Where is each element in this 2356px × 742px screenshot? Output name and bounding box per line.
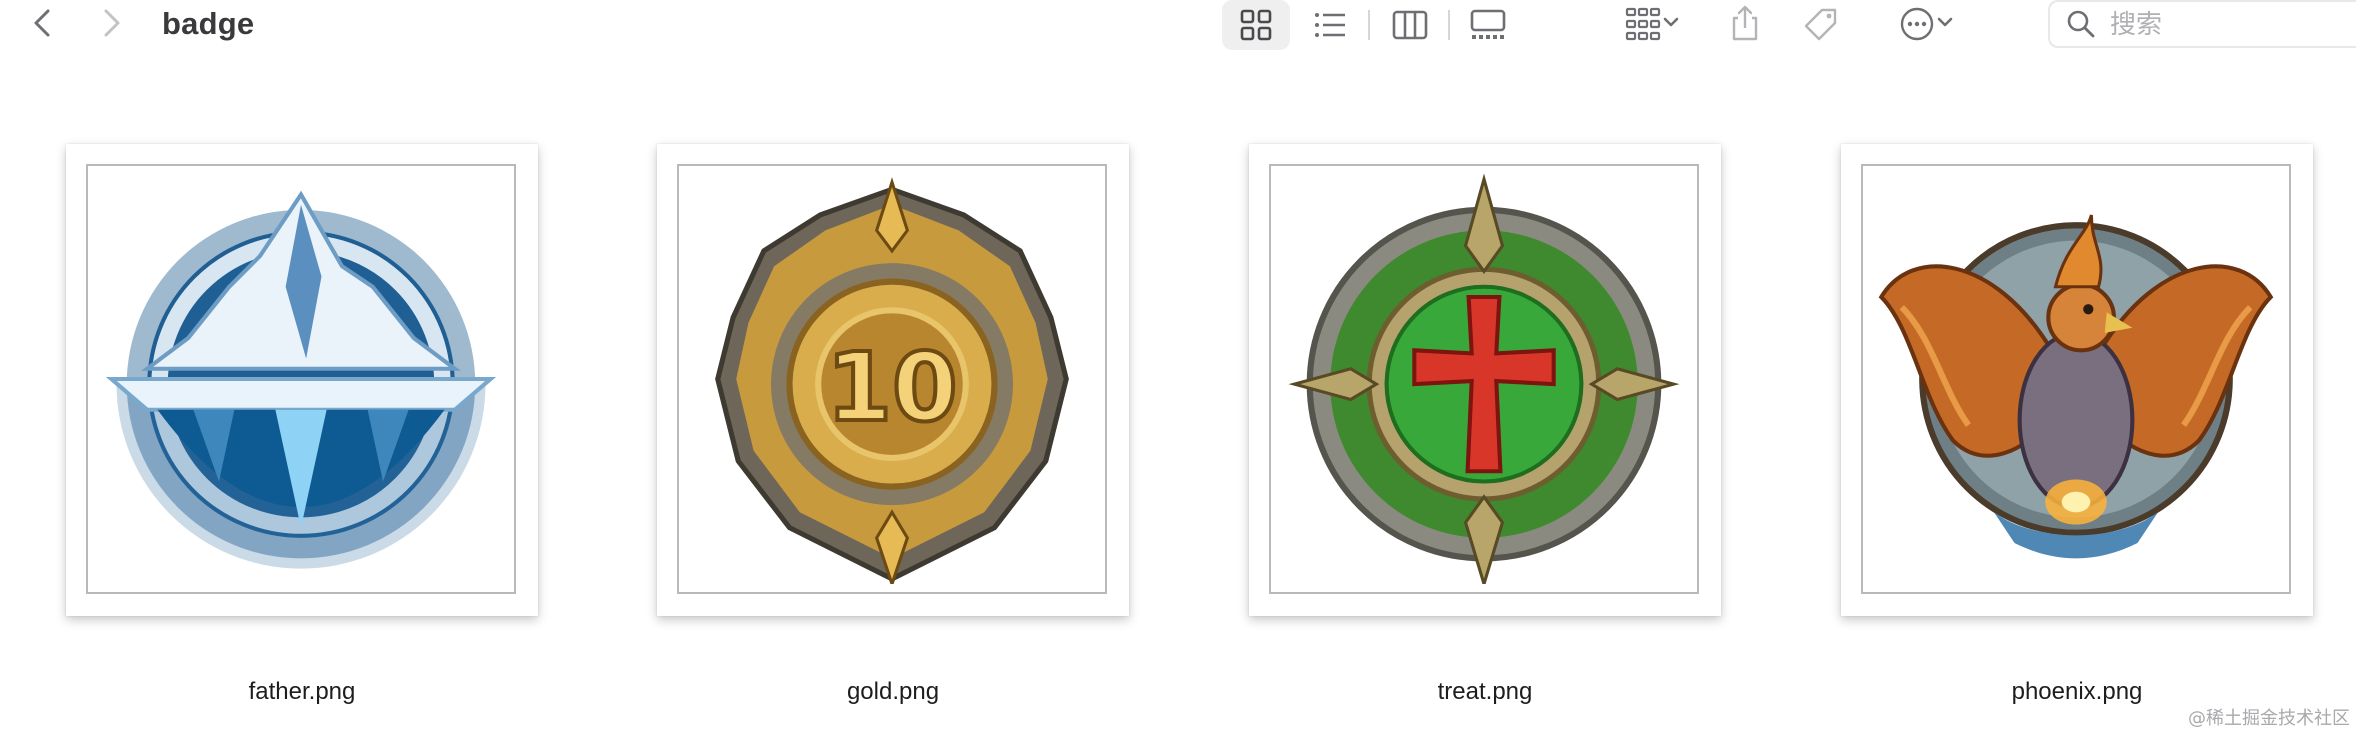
column-view-button[interactable] (1376, 0, 1444, 50)
list-view-button[interactable] (1296, 0, 1364, 50)
thumbnail[interactable] (1249, 144, 1721, 616)
thumbnail[interactable] (66, 144, 538, 616)
file-name[interactable]: gold.png (657, 678, 1129, 706)
column-view-icon (1392, 10, 1428, 40)
search-field[interactable] (2048, 0, 2356, 48)
gallery-view-icon (1470, 9, 1506, 39)
thumbnail[interactable]: 10 (657, 144, 1129, 616)
watermark: @稀土掘金技术社区 (2188, 708, 2350, 729)
toolbar-divider (1448, 10, 1450, 40)
share-icon (1732, 5, 1758, 41)
tag-icon (1804, 8, 1837, 41)
window-title: badge (162, 6, 255, 41)
chevron-left-icon (34, 9, 50, 37)
chevron-down-icon (1936, 13, 1954, 36)
gallery-view-button[interactable] (1454, 0, 1522, 50)
green-cross-shield-image (1288, 174, 1680, 584)
tag-button[interactable] (1800, 4, 1842, 46)
more-actions-button[interactable] (1886, 4, 1966, 44)
share-button[interactable] (1724, 2, 1766, 44)
group-by-button[interactable] (1612, 4, 1692, 44)
search-icon (2067, 10, 2095, 38)
search-input[interactable] (2108, 7, 2332, 41)
phoenix-emblem-image (1878, 214, 2274, 559)
ice-mountain-badge-image (105, 190, 497, 569)
gold-10-medal-image: 10 (715, 177, 1069, 584)
image-frame (86, 164, 516, 594)
chevron-right-icon (104, 9, 120, 37)
group-by-icon (1625, 7, 1661, 41)
chevron-down-icon (1662, 13, 1680, 36)
finder-toolbar: badge (0, 0, 2356, 50)
image-frame: 10 (677, 164, 1107, 594)
image-frame (1269, 164, 1699, 594)
image-frame (1861, 164, 2291, 594)
toolbar-divider (1368, 10, 1370, 40)
file-name[interactable]: phoenix.png (1841, 678, 2313, 706)
file-name[interactable]: treat.png (1249, 678, 1721, 706)
more-actions-icon (1900, 7, 1934, 41)
thumbnail[interactable] (1841, 144, 2313, 616)
svg-text:10: 10 (826, 333, 957, 443)
icon-view-button[interactable] (1222, 0, 1290, 50)
back-button[interactable] (22, 3, 62, 43)
icon-grid-icon (1240, 9, 1272, 41)
forward-button[interactable] (92, 3, 132, 43)
list-view-icon (1315, 13, 1345, 37)
file-name[interactable]: father.png (66, 678, 538, 706)
